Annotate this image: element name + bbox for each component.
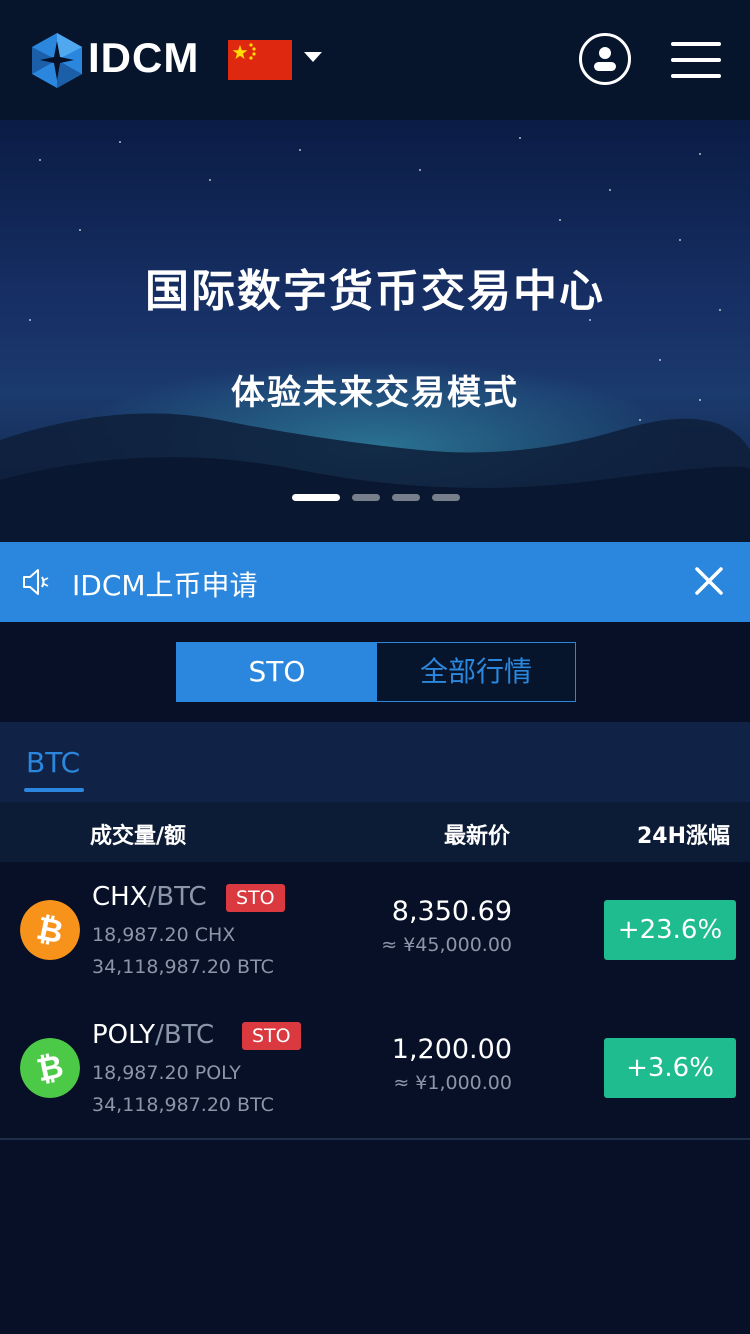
last-price: 8,350.69 <box>391 896 512 927</box>
banner-subtitle: 体验未来交易模式 <box>231 373 519 413</box>
sto-badge: STO <box>242 1022 301 1050</box>
carousel-dot[interactable] <box>432 494 460 501</box>
change-badge[interactable]: +23.6% <box>604 900 736 960</box>
carousel-dot[interactable] <box>392 494 420 501</box>
user-account-button[interactable] <box>579 33 631 85</box>
table-header: 成交量/额 最新价 24H涨幅 <box>0 802 750 862</box>
hero-banner[interactable]: 国际数字货币交易中心 体验未来交易模式 <box>0 120 750 542</box>
column-header-price[interactable]: 最新价 <box>444 818 510 850</box>
carousel-dot[interactable] <box>352 494 380 501</box>
tab-btc[interactable]: BTC <box>26 746 80 779</box>
brand-name: IDCM <box>88 34 200 81</box>
idcm-logo-icon[interactable] <box>32 33 82 88</box>
market-row[interactable]: ₿ POLY/BTC STO 18,987.20 POLY 34,118,987… <box>0 1000 750 1140</box>
listing-notice-bar[interactable]: IDCM上币申请 <box>0 542 750 622</box>
quote-symbol: /BTC <box>147 882 207 912</box>
column-header-change[interactable]: 24H涨幅 <box>637 818 730 850</box>
amount-text: 34,118,987.20 BTC <box>92 1094 274 1116</box>
sto-badge: STO <box>226 884 285 912</box>
tab-all-markets[interactable]: 全部行情 <box>377 643 575 701</box>
speaker-icon <box>23 569 49 595</box>
bitcoin-cash-green-icon: ₿ <box>20 1038 80 1098</box>
top-header: IDCM <box>0 0 750 120</box>
carousel-dot-active[interactable] <box>292 494 340 501</box>
close-icon[interactable] <box>694 566 724 596</box>
hamburger-menu-icon[interactable] <box>671 42 721 78</box>
starry-sky-background <box>0 137 750 542</box>
market-type-toggle: STO 全部行情 <box>176 642 576 702</box>
price-cny: ≈ ¥1,000.00 <box>393 1072 512 1094</box>
base-symbol: CHX <box>92 882 148 912</box>
active-tab-indicator <box>24 788 84 792</box>
caret-down-icon[interactable] <box>304 52 322 62</box>
banner-title: 国际数字货币交易中心 <box>145 266 605 317</box>
last-price: 1,200.00 <box>391 1034 512 1065</box>
volume-text: 18,987.20 POLY <box>92 1062 241 1084</box>
trading-pair: POLY/BTC <box>92 1020 214 1050</box>
quote-symbol: /BTC <box>155 1020 215 1050</box>
notice-text: IDCM上币申请 <box>72 569 258 602</box>
china-flag-icon[interactable] <box>228 40 292 80</box>
market-row[interactable]: ₿ CHX/BTC STO 18,987.20 CHX 34,118,987.2… <box>0 862 750 1002</box>
change-badge[interactable]: +3.6% <box>604 1038 736 1098</box>
base-symbol: POLY <box>92 1020 156 1050</box>
trading-pair: CHX/BTC <box>92 882 207 912</box>
price-cny: ≈ ¥45,000.00 <box>381 934 512 956</box>
column-header-volume[interactable]: 成交量/额 <box>90 818 186 850</box>
quote-currency-tabs: BTC <box>0 722 750 802</box>
bitcoin-orange-icon: ₿ <box>20 900 80 960</box>
tab-sto[interactable]: STO <box>177 643 377 701</box>
amount-text: 34,118,987.20 BTC <box>92 956 274 978</box>
volume-text: 18,987.20 CHX <box>92 924 236 946</box>
carousel-indicators <box>0 494 750 502</box>
user-icon <box>594 47 616 71</box>
